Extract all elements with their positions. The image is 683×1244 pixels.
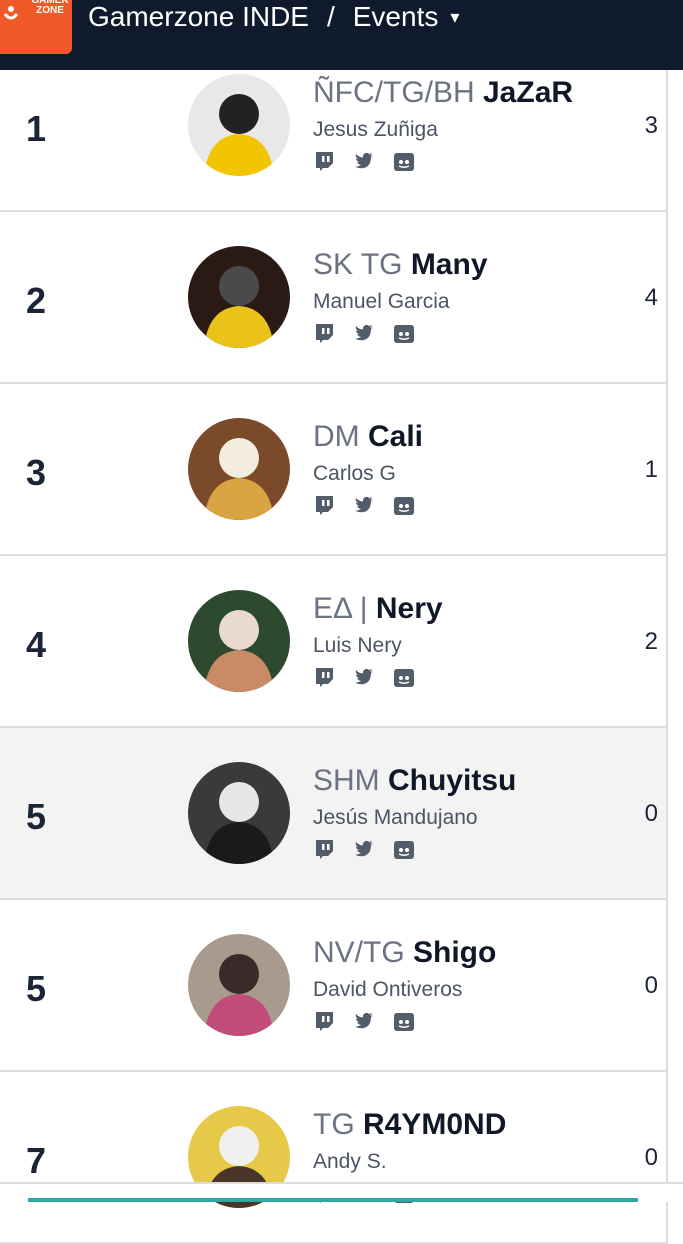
player-score: 1: [644, 456, 658, 483]
standings-row[interactable]: 4 EΔ | Nery Luis Nery 2: [0, 556, 666, 728]
player-score: 2: [644, 628, 658, 655]
chevron-down-icon[interactable]: ▾: [450, 7, 459, 28]
team-prefix: TG: [313, 1108, 363, 1141]
bottom-bar: [0, 1182, 683, 1202]
discord-icon[interactable]: [393, 1010, 415, 1032]
player-real-name: Luis Nery: [313, 634, 402, 657]
twitter-icon[interactable]: [353, 322, 375, 344]
rank-number: 7: [26, 1140, 47, 1181]
gamertag: Cali: [368, 420, 424, 453]
player-tag[interactable]: DM Cali: [313, 420, 423, 454]
player-avatar[interactable]: [188, 934, 290, 1036]
social-links: [313, 494, 415, 516]
player-score: 0: [644, 800, 658, 827]
gamertag: Nery: [375, 592, 443, 625]
twitter-icon[interactable]: [353, 494, 375, 516]
twitch-icon[interactable]: [313, 150, 335, 172]
discord-icon[interactable]: [393, 322, 415, 344]
breadcrumb-separator: /: [326, 1, 335, 32]
standings-list: 1 ÑFC/TG/BH JaZaR Jesus Zuñiga 3 2 SK TG Many…: [0, 70, 668, 1244]
standings-row[interactable]: 1 ÑFC/TG/BH JaZaR Jesus Zuñiga 3: [0, 70, 666, 212]
twitter-icon[interactable]: [353, 666, 375, 688]
rank-number: 3: [26, 452, 47, 493]
team-prefix: EΔ |: [313, 592, 376, 625]
discord-icon[interactable]: [393, 494, 415, 516]
gamertag: Shigo: [413, 936, 497, 969]
breadcrumb-org[interactable]: Gamerzone INDE: [88, 1, 309, 33]
player-real-name: Andy S.: [313, 1150, 387, 1173]
social-links: [313, 838, 415, 860]
player-real-name: David Ontiveros: [313, 978, 463, 1001]
gamertag: R4YM0ND: [363, 1108, 507, 1141]
player-tag[interactable]: SHM Chuyitsu: [313, 764, 516, 798]
discord-icon[interactable]: [393, 150, 415, 172]
twitch-icon[interactable]: [313, 838, 335, 860]
twitch-icon[interactable]: [313, 1010, 335, 1032]
rank-number: 2: [26, 280, 47, 321]
player-score: 0: [644, 972, 658, 999]
team-prefix: ÑFC/TG/BH: [313, 76, 483, 109]
social-links: [313, 1010, 415, 1032]
team-prefix: NV/TG: [313, 936, 414, 969]
player-score: 4: [644, 284, 658, 311]
team-prefix: SK TG: [313, 248, 411, 281]
top-header: GAMER ZONE Gamerzone INDE / Events ▾: [0, 0, 683, 70]
player-tag[interactable]: ÑFC/TG/BH JaZaR: [313, 76, 573, 110]
breadcrumb-section[interactable]: Events: [353, 1, 439, 33]
player-tag[interactable]: TG R4YM0ND: [313, 1108, 506, 1142]
team-prefix: DM: [313, 420, 368, 453]
standings-row[interactable]: 7 TG R4YM0ND Andy S. 0: [0, 1072, 666, 1244]
bottom-accent-strip: [28, 1198, 638, 1202]
player-avatar[interactable]: [188, 74, 290, 176]
breadcrumb: Gamerzone INDE / Events ▾: [88, 0, 459, 34]
social-links: [313, 150, 415, 172]
standings-row[interactable]: 2 SK TG Many Manuel Garcia 4: [0, 212, 666, 384]
rank-number: 5: [26, 796, 47, 837]
player-avatar[interactable]: [188, 590, 290, 692]
player-avatar[interactable]: [188, 246, 290, 348]
logo-text: GAMER ZONE: [31, 0, 69, 16]
player-tag[interactable]: EΔ | Nery: [313, 592, 443, 626]
gamertag: Many: [410, 248, 488, 281]
discord-icon[interactable]: [393, 838, 415, 860]
twitch-icon[interactable]: [313, 494, 335, 516]
player-avatar[interactable]: [188, 418, 290, 520]
twitch-icon[interactable]: [313, 322, 335, 344]
gamertag: Chuyitsu: [388, 764, 517, 797]
discord-icon[interactable]: [393, 666, 415, 688]
gamertag: JaZaR: [483, 76, 574, 109]
player-score: 3: [644, 112, 658, 139]
player-avatar[interactable]: [188, 762, 290, 864]
standings-row[interactable]: 3 DM Cali Carlos G 1: [0, 384, 666, 556]
player-real-name: Carlos G: [313, 462, 396, 485]
controller-icon: [3, 6, 19, 20]
gamerzone-logo[interactable]: GAMER ZONE: [0, 0, 72, 54]
standings-row[interactable]: 5 NV/TG Shigo David Ontiveros 0: [0, 900, 666, 1072]
player-score: 0: [644, 1144, 658, 1171]
social-links: [313, 322, 415, 344]
twitter-icon[interactable]: [353, 1010, 375, 1032]
twitch-icon[interactable]: [313, 666, 335, 688]
player-tag[interactable]: SK TG Many: [313, 248, 488, 282]
rank-number: 1: [26, 108, 47, 149]
social-links: [313, 666, 415, 688]
rank-number: 5: [26, 968, 47, 1009]
player-real-name: Manuel Garcia: [313, 290, 450, 313]
standings-row[interactable]: 5 SHM Chuyitsu Jesús Mandujano 0: [0, 728, 666, 900]
player-real-name: Jesus Zuñiga: [313, 118, 438, 141]
rank-number: 4: [26, 624, 47, 665]
team-prefix: SHM: [313, 764, 388, 797]
player-tag[interactable]: NV/TG Shigo: [313, 936, 496, 970]
twitter-icon[interactable]: [353, 150, 375, 172]
player-real-name: Jesús Mandujano: [313, 806, 478, 829]
twitter-icon[interactable]: [353, 838, 375, 860]
